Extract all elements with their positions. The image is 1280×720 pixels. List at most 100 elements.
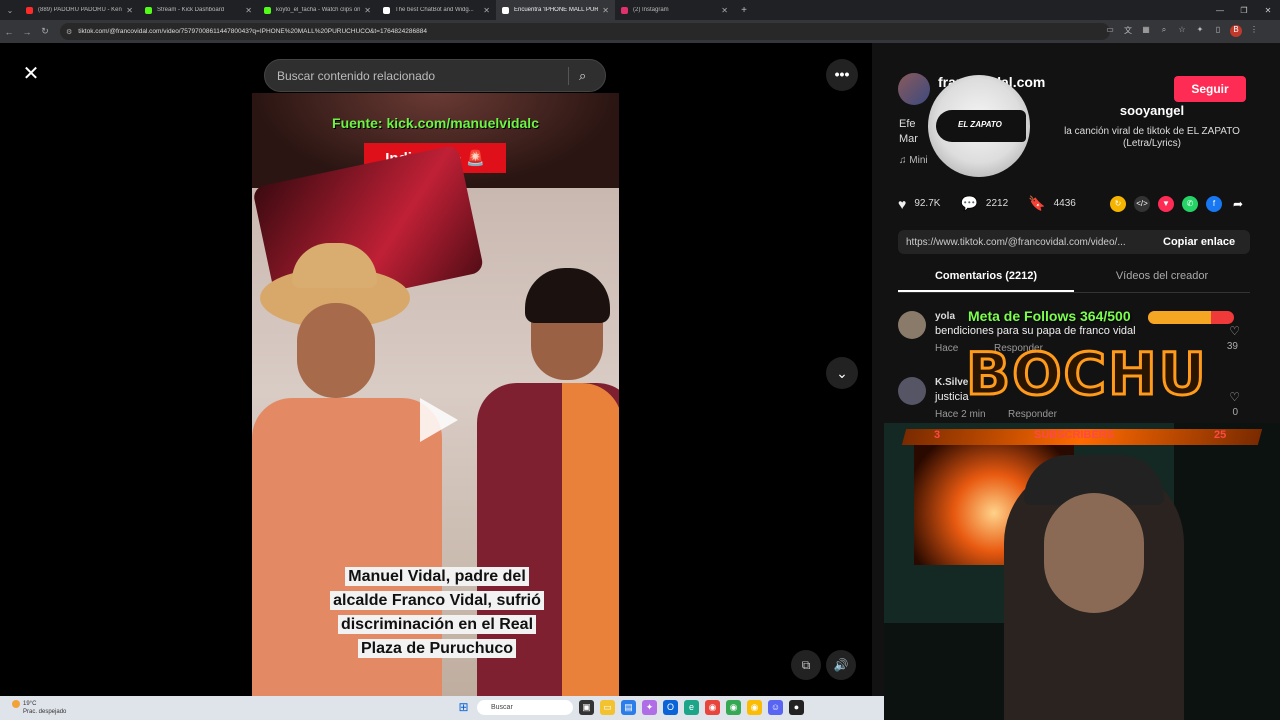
minimize-button[interactable]: — xyxy=(1208,6,1232,15)
forward-button[interactable]: → xyxy=(18,27,36,37)
reply-button[interactable]: Responder xyxy=(1008,409,1057,420)
browser-tab[interactable]: Encuentra 'IPHONE MALL PUR... ✕ xyxy=(496,0,615,20)
toolbar-icons: ▭ 文 ▦ ⌕ ☆ ✦ ▯ B ⋮ xyxy=(1104,25,1260,37)
edge-icon[interactable]: e xyxy=(684,700,699,715)
chrome-profile-icon[interactable]: ◉ xyxy=(726,700,741,715)
window-controls: — ❐ ✕ xyxy=(1208,0,1280,20)
comment-heart-icon[interactable]: ♡ xyxy=(1229,324,1240,338)
copilot-icon[interactable]: ✦ xyxy=(642,700,657,715)
browser-tab[interactable]: (889) PADORU PADORU - Ken... ✕ xyxy=(20,0,139,20)
volume-icon[interactable]: 🔊 xyxy=(826,650,856,680)
tab-close-icon[interactable]: ✕ xyxy=(245,6,252,15)
browser-tab[interactable]: (2) Instagram ✕ xyxy=(615,0,734,20)
menu-icon[interactable]: ⋮ xyxy=(1248,25,1260,37)
file-explorer-icon[interactable]: ▭ xyxy=(600,700,615,715)
video-caption: Manuel Vidal, padre del alcalde Franco V… xyxy=(292,565,582,661)
tab-comments[interactable]: Comentarios (2212) xyxy=(898,265,1074,292)
browser-tab[interactable]: koyto_el_facha - Watch clips on... ✕ xyxy=(258,0,377,20)
commenter-name[interactable]: K.Silve xyxy=(935,377,968,388)
tab-close-icon[interactable]: ✕ xyxy=(483,6,490,15)
new-tab-button[interactable]: + xyxy=(734,5,754,16)
picture-in-picture-icon[interactable]: ⧉ xyxy=(791,650,821,680)
shoe-overlay-image: EL ZAPATO xyxy=(928,75,1030,177)
tab-favicon-icon xyxy=(264,6,271,14)
copy-link-button[interactable]: Copiar enlace xyxy=(1163,236,1235,248)
follow-goal-bar xyxy=(1148,311,1234,324)
bookmark-star-icon[interactable]: ☆ xyxy=(1176,25,1188,37)
cast-icon[interactable]: ▭ xyxy=(1104,25,1116,37)
share-arrow-icon[interactable]: ➦ xyxy=(1230,196,1246,212)
chevron-down-icon[interactable]: ⌄ xyxy=(826,357,858,389)
browser-tab[interactable]: The best ChatBot and Widg... ✕ xyxy=(377,0,496,20)
tab-search-button[interactable]: ⌄ xyxy=(0,6,20,15)
discord-icon[interactable]: ☺ xyxy=(768,700,783,715)
more-options-icon[interactable]: ••• xyxy=(826,59,858,91)
obs-icon[interactable]: ● xyxy=(789,700,804,715)
sidepanel-icon[interactable]: ▯ xyxy=(1212,25,1224,37)
task-view-icon[interactable]: ▣ xyxy=(579,700,594,715)
close-icon[interactable]: ✕ xyxy=(20,63,42,85)
video-link-box: https://www.tiktok.com/@francovidal.com/… xyxy=(898,230,1250,254)
outlook-icon[interactable]: O xyxy=(663,700,678,715)
heart-icon[interactable]: ♥ xyxy=(898,196,906,212)
embed-icon[interactable]: </> xyxy=(1134,196,1150,212)
browser-tab[interactable]: Stream - Kick Dashboard ✕ xyxy=(139,0,258,20)
follow-button[interactable]: Seguir xyxy=(1174,76,1246,102)
comment-count: 2212 xyxy=(985,198,1009,209)
tab-close-icon[interactable]: ✕ xyxy=(602,6,609,15)
play-icon[interactable] xyxy=(420,398,458,442)
site-info-icon[interactable]: ⚙ xyxy=(66,28,72,36)
translate-icon[interactable]: 文 xyxy=(1122,25,1134,37)
caption-line: alcalde Franco Vidal, sufrió xyxy=(330,591,544,610)
weather-widget[interactable]: 19°C Prac. despejado xyxy=(10,700,66,716)
commenter-name[interactable]: yola xyxy=(935,311,955,322)
tab-close-icon[interactable]: ✕ xyxy=(126,6,133,15)
maximize-button[interactable]: ❐ xyxy=(1232,6,1256,15)
streamer-logo: BOCHU xyxy=(965,339,1208,410)
chrome-icon[interactable]: ◉ xyxy=(705,700,720,715)
taskbar-search[interactable]: Buscar xyxy=(477,700,573,715)
send-icon[interactable]: ▼ xyxy=(1158,196,1174,212)
comment-heart-icon[interactable]: ♡ xyxy=(1229,390,1240,404)
comment-icon[interactable]: 💬 xyxy=(960,195,977,212)
search-icon[interactable]: ⌕ xyxy=(579,68,605,84)
tab-title: koyto_el_facha - Watch clips on... xyxy=(276,7,361,13)
tab-close-icon[interactable]: ✕ xyxy=(364,6,371,15)
extensions-icon[interactable]: ✦ xyxy=(1194,25,1206,37)
zoom-icon[interactable]: ⌕ xyxy=(1158,25,1170,37)
video-player[interactable]: Fuente: kick.com/manuelvidalc Indignante… xyxy=(252,93,619,696)
bookmark-icon[interactable]: 🔖 xyxy=(1028,195,1045,212)
author-avatar[interactable] xyxy=(898,73,930,105)
url-text: tiktok.com/@francovidal.com/video/757970… xyxy=(78,28,427,35)
tab-title: Encuentra 'IPHONE MALL PUR... xyxy=(514,7,599,13)
reload-button[interactable]: ↻ xyxy=(36,26,54,37)
tab-creator-videos[interactable]: Vídeos del creador xyxy=(1074,265,1250,292)
related-search-bar[interactable]: Buscar contenido relacionado ⌕ xyxy=(264,59,606,92)
repost-icon[interactable]: ↻ xyxy=(1110,196,1126,212)
back-button[interactable]: ← xyxy=(0,27,18,37)
sun-icon xyxy=(12,700,20,708)
caption-line: Manuel Vidal, padre del xyxy=(345,567,529,586)
whatsapp-icon[interactable]: ✆ xyxy=(1182,196,1198,212)
url-field[interactable]: ⚙ tiktok.com/@francovidal.com/video/7579… xyxy=(60,23,1110,40)
subscribers-right-count: 25 xyxy=(1214,429,1227,441)
commenter-avatar[interactable] xyxy=(898,377,926,405)
panel-tabs: Comentarios (2212) Vídeos del creador xyxy=(898,265,1250,293)
comment-text: justicia xyxy=(935,391,969,403)
chrome-alt-icon[interactable]: ◉ xyxy=(747,700,762,715)
music-link[interactable]: ♫ Mini xyxy=(899,155,928,166)
commenter-avatar[interactable] xyxy=(898,311,926,339)
store-icon[interactable]: ▤ xyxy=(621,700,636,715)
apps-icon[interactable]: ▦ xyxy=(1140,25,1152,37)
close-window-button[interactable]: ✕ xyxy=(1256,6,1280,15)
tab-favicon-icon xyxy=(621,6,628,14)
profile-avatar[interactable]: B xyxy=(1230,25,1242,37)
webcam-overlay: 3 SUBSCRIBERS 25 xyxy=(884,423,1280,720)
video-link[interactable]: https://www.tiktok.com/@francovidal.com/… xyxy=(906,237,1153,248)
facebook-icon[interactable]: f xyxy=(1206,196,1222,212)
search-input[interactable]: Buscar contenido relacionado xyxy=(277,69,568,83)
follow-goal-fill xyxy=(1148,311,1211,324)
comment-time: Hace 2 min xyxy=(935,409,986,420)
windows-start-icon[interactable]: ⊞ xyxy=(456,700,471,715)
tab-close-icon[interactable]: ✕ xyxy=(721,6,728,15)
